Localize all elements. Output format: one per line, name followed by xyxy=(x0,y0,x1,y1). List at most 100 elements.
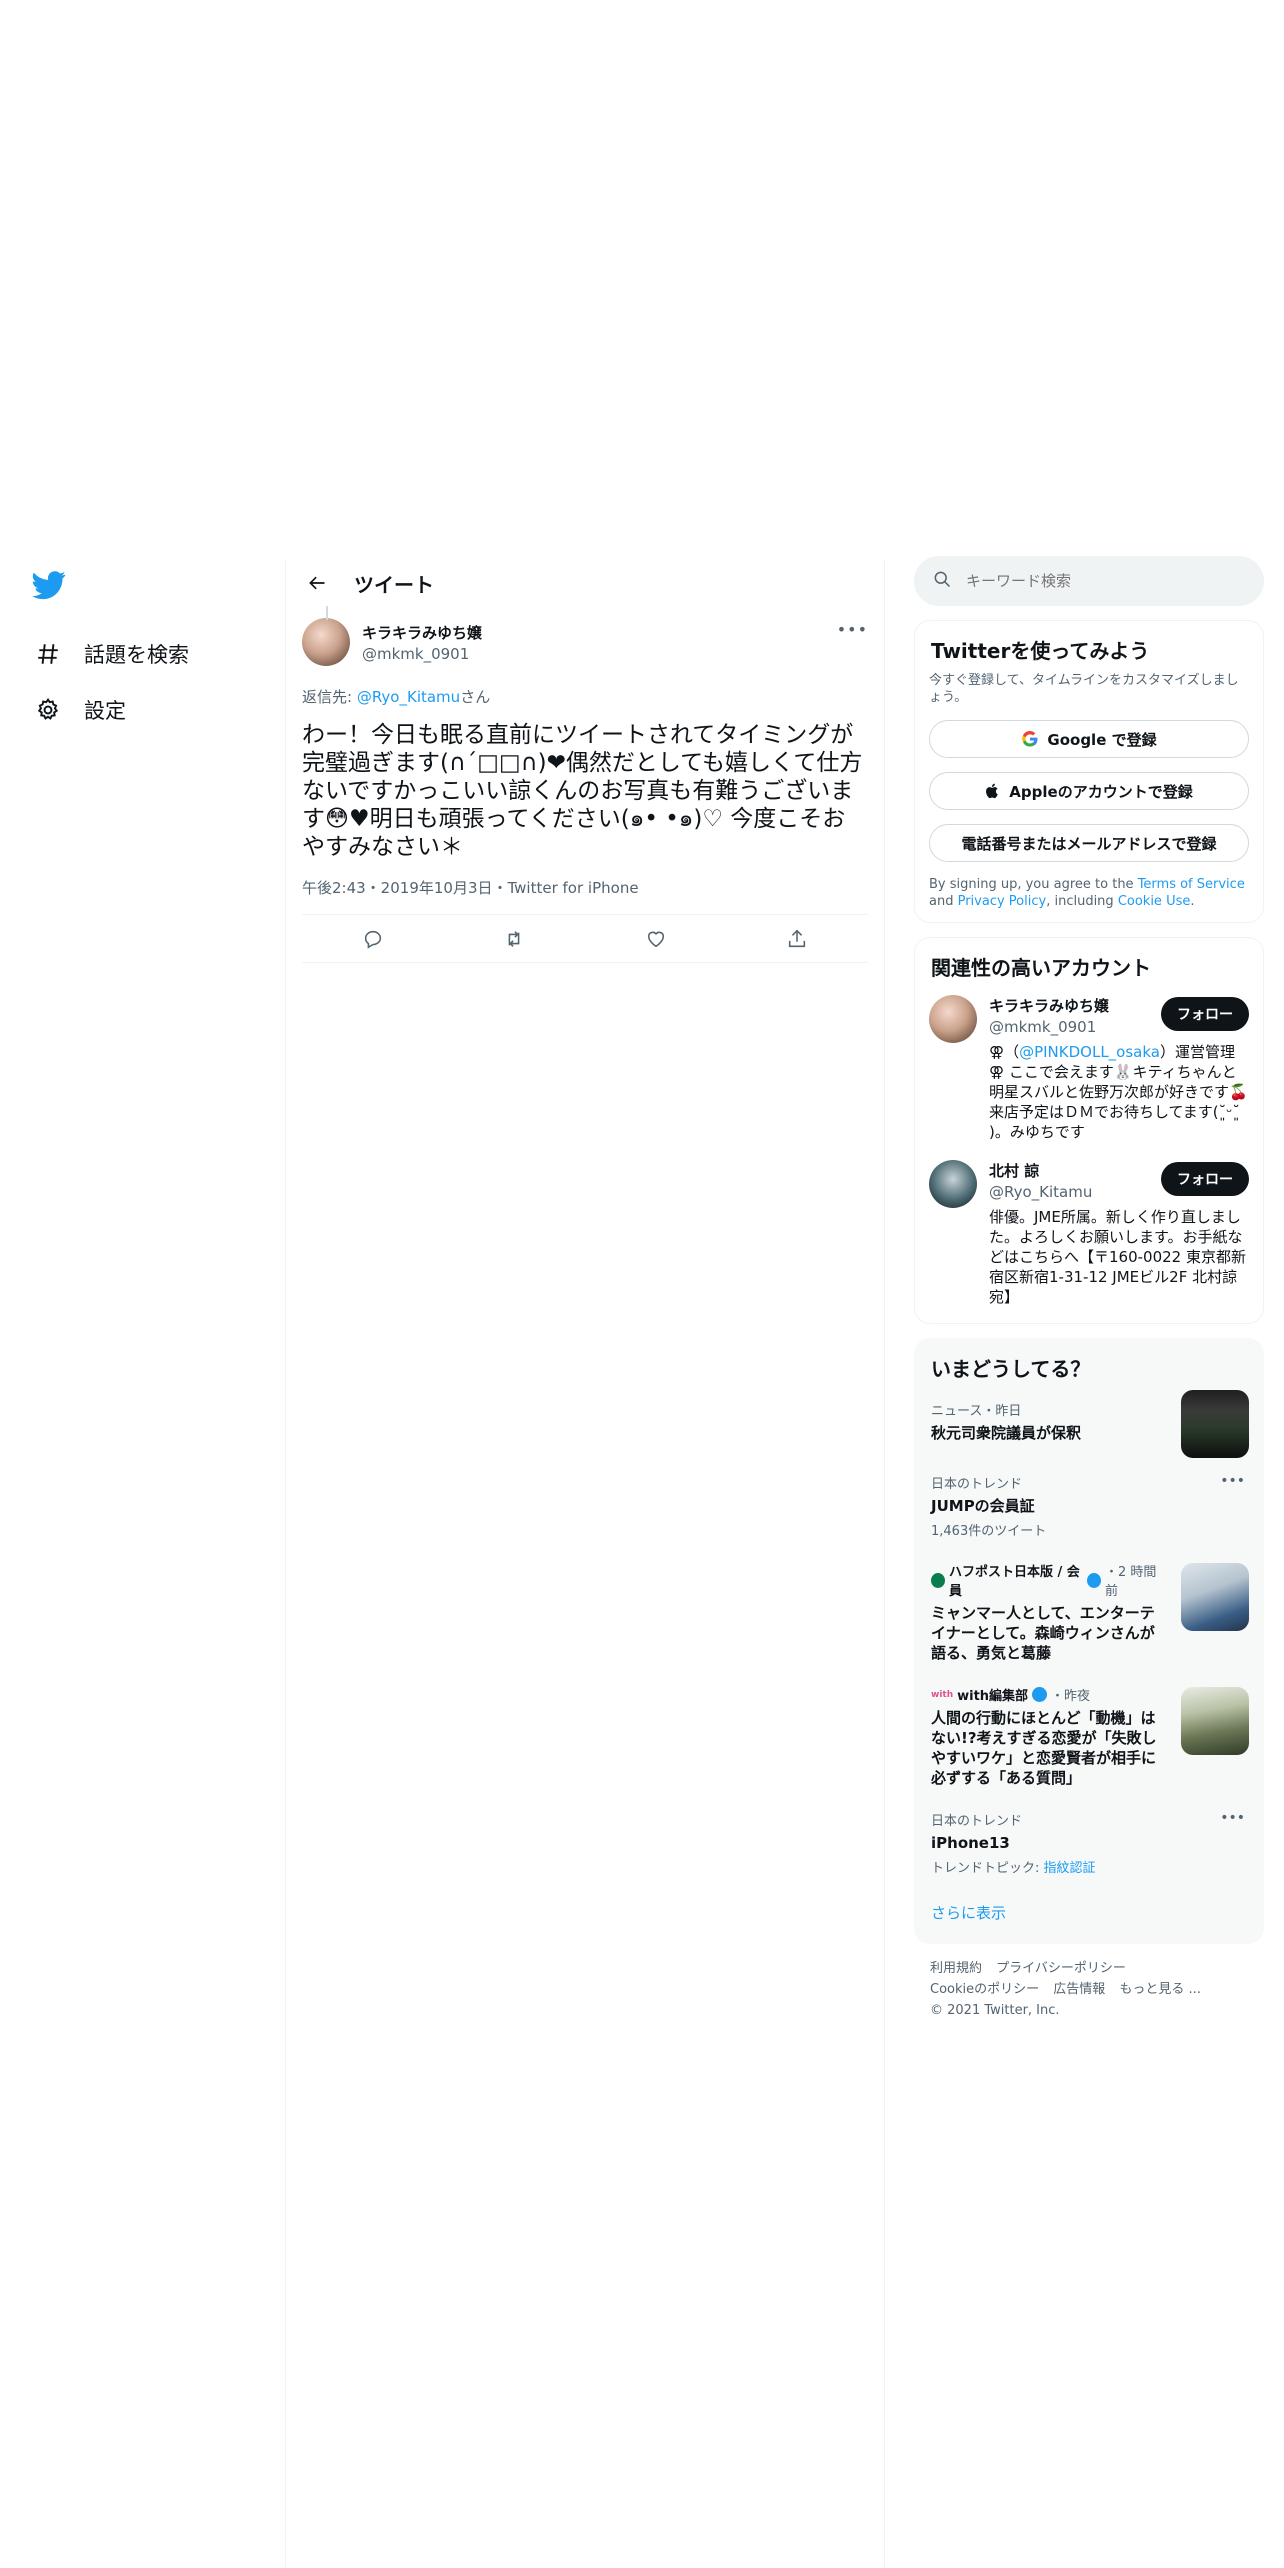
account-item[interactable]: 北村 諒 @Ryo_Kitamu 俳優。JME所属。新しく作り直しました。よろし… xyxy=(929,1160,1249,1307)
trend-context: ニュース・昨日 xyxy=(931,1404,1022,1419)
trend-title: JUMPの会員証 xyxy=(931,1497,1035,1515)
thread-line xyxy=(326,606,328,620)
footer-link-cookie[interactable]: Cookieのポリシー xyxy=(930,1982,1039,1997)
legal-text-2: and xyxy=(929,894,958,909)
bio-mention-link[interactable]: @PINKDOLL_osaka xyxy=(1019,1043,1160,1061)
account-item[interactable]: キラキラみゆち嬢 @mkmk_0901 ⚢（@PINKDOLL_osaka）運営… xyxy=(929,995,1249,1142)
column-divider-right xyxy=(884,560,885,2568)
more-options-icon[interactable]: ••• xyxy=(837,620,868,639)
search-icon xyxy=(932,569,952,593)
hashtag-icon xyxy=(34,640,62,668)
reply-icon[interactable] xyxy=(356,922,390,956)
reply-prefix: 返信先: xyxy=(302,688,357,706)
trend-title: 人間の行動にほとんど「動機」はない!?考えすぎる恋愛が「失敗しやすいワケ」と恋愛… xyxy=(931,1709,1157,1787)
account-bio: ⚢（@PINKDOLL_osaka）運営管理 ⚢ ここで会えます🐰キティちゃんと… xyxy=(989,1042,1249,1142)
avatar[interactable] xyxy=(929,995,977,1043)
nav-item-settings[interactable]: 設定 xyxy=(20,682,270,738)
trend-context: 日本のトレンド xyxy=(931,1814,1023,1829)
trend-item[interactable]: ニュース・昨日 秋元司衆院議員が保釈 xyxy=(929,1390,1249,1458)
publisher-logo-icon xyxy=(931,1572,945,1588)
legal-text-1: By signing up, you agree to the xyxy=(929,877,1138,892)
reply-suffix: さん xyxy=(460,688,491,706)
terms-link[interactable]: Terms of Service xyxy=(1138,877,1245,892)
reply-to: 返信先: @Ryo_Kitamuさん xyxy=(302,686,868,707)
trend-item[interactable]: 日本のトレンド JUMPの会員証 1,463件のツイート ••• xyxy=(929,1463,1249,1551)
tweet: キラキラみゆち嬢 @mkmk_0901 ••• 返信先: @Ryo_Kitamu… xyxy=(286,606,884,963)
signup-legal: By signing up, you agree to the Terms of… xyxy=(929,876,1249,910)
apple-signup-button[interactable]: Appleのアカウントで登録 xyxy=(929,772,1249,810)
bio-text-pre: ⚢（ xyxy=(989,1043,1020,1061)
trend-publisher-row: with with編集部 ・昨夜 xyxy=(931,1685,1165,1704)
search-input[interactable] xyxy=(966,572,1226,590)
tweet-actions xyxy=(302,915,868,963)
publisher-name: with編集部 xyxy=(957,1689,1029,1704)
trend-topic-link[interactable]: 指紋認証 xyxy=(1044,1861,1096,1876)
follow-button[interactable]: フォロー xyxy=(1161,1162,1249,1196)
footer-copyright: © 2021 Twitter, Inc. xyxy=(930,2003,1060,2018)
publisher-logo-icon: with xyxy=(931,1689,954,1700)
verified-badge-icon xyxy=(1087,1572,1101,1588)
trend-topic-prefix: トレンドトピック: xyxy=(931,1861,1044,1876)
legal-text-3: , including xyxy=(1046,894,1118,909)
main-header: ツイート xyxy=(286,560,884,606)
more-options-icon[interactable]: ••• xyxy=(1220,1473,1245,1489)
legal-text-4: . xyxy=(1190,894,1195,909)
like-icon[interactable] xyxy=(639,922,673,956)
back-arrow-icon[interactable] xyxy=(300,566,334,600)
publish-time: ・昨夜 xyxy=(1051,1689,1091,1704)
google-signup-button[interactable]: Google で登録 xyxy=(929,720,1249,758)
trend-item[interactable]: with with編集部 ・昨夜 人間の行動にほとんど「動機」はない!?考えすぎ… xyxy=(929,1675,1249,1800)
trend-thumbnail xyxy=(1181,1687,1249,1755)
google-icon xyxy=(1021,730,1039,748)
avatar[interactable] xyxy=(302,618,350,666)
show-more-link[interactable]: さらに表示 xyxy=(929,1888,1249,1931)
author-username[interactable]: @mkmk_0901 xyxy=(362,645,482,663)
signup-card: Twitterを使ってみよう 今すぐ登録して、タイムラインをカスタマイズしましょ… xyxy=(914,620,1264,923)
trend-title: ミャンマー人として、エンターテイナーとして。森崎ウィンさんが語る、勇気と葛藤 xyxy=(931,1604,1155,1662)
trend-item[interactable]: ハフポスト日本版 / 会員 ・2 時間前 ミャンマー人として、エンターテイナーと… xyxy=(929,1551,1249,1675)
follow-button[interactable]: フォロー xyxy=(1161,997,1249,1031)
trend-thumbnail xyxy=(1181,1390,1249,1458)
footer-link-more[interactable]: もっと見る ... xyxy=(1119,1982,1201,1997)
related-accounts-card: 関連性の高いアカウント キラキラみゆち嬢 @mkmk_0901 ⚢（@PINKD… xyxy=(914,937,1264,1324)
footer-link-privacy[interactable]: プライバシーポリシー xyxy=(996,1961,1126,1976)
avatar[interactable] xyxy=(929,1160,977,1208)
cookie-link[interactable]: Cookie Use xyxy=(1118,894,1191,909)
right-sidebar: Twitterを使ってみよう 今すぐ登録して、タイムラインをカスタマイズしましょ… xyxy=(914,556,1264,2035)
phone-email-signup-button[interactable]: 電話番号またはメールアドレスで登録 xyxy=(929,824,1249,862)
search-bar[interactable] xyxy=(914,556,1264,606)
trend-context: 日本のトレンド xyxy=(931,1477,1023,1492)
footer-link-terms[interactable]: 利用規約 xyxy=(930,1961,982,1976)
gear-icon xyxy=(34,696,62,724)
tweet-author: キラキラみゆち嬢 @mkmk_0901 xyxy=(302,618,868,666)
tweet-meta: 午後2:43・2019年10月3日・Twitter for iPhone xyxy=(302,877,868,915)
apple-icon xyxy=(985,782,1001,800)
twitter-logo-icon[interactable] xyxy=(32,568,66,602)
account-bio: 俳優。JME所属。新しく作り直しました。よろしくお願いします。お手紙などはこちら… xyxy=(989,1208,1246,1306)
nav-label-settings: 設定 xyxy=(84,699,126,723)
nav-item-explore[interactable]: 話題を検索 xyxy=(20,626,270,682)
trend-title: iPhone13 xyxy=(931,1834,1010,1852)
trend-title: 秋元司衆院議員が保釈 xyxy=(931,1424,1082,1442)
trend-tweet-count: 1,463件のツイート xyxy=(931,1524,1047,1539)
signup-title: Twitterを使ってみよう xyxy=(931,639,1150,663)
reply-user-link[interactable]: @Ryo_Kitamu xyxy=(357,688,460,706)
trends-title: いまどうしてる？ xyxy=(931,1357,1091,1381)
publish-time: ・2 時間前 xyxy=(1104,1565,1157,1599)
main-column: ツイート キラキラみゆち嬢 @mkmk_0901 ••• 返信先: @Ryo_K… xyxy=(286,560,884,963)
author-display-name[interactable]: キラキラみゆち嬢 xyxy=(362,622,482,643)
footer-link-ads[interactable]: 広告情報 xyxy=(1053,1982,1105,1997)
phone-email-signup-label: 電話番号またはメールアドレスで登録 xyxy=(961,834,1217,853)
trend-publisher-row: ハフポスト日本版 / 会員 ・2 時間前 xyxy=(931,1561,1165,1599)
more-options-icon[interactable]: ••• xyxy=(1220,1810,1245,1826)
trend-thumbnail xyxy=(1181,1563,1249,1631)
page-title: ツイート xyxy=(354,572,434,597)
privacy-link[interactable]: Privacy Policy xyxy=(958,894,1047,909)
apple-signup-label: Appleのアカウントで登録 xyxy=(1009,782,1193,801)
retweet-icon[interactable] xyxy=(497,922,531,956)
publisher-name: ハフポスト日本版 / 会員 xyxy=(948,1565,1080,1599)
trend-item[interactable]: 日本のトレンド iPhone13 トレンドトピック: 指紋認証 ••• xyxy=(929,1800,1249,1888)
share-icon[interactable] xyxy=(780,922,814,956)
left-nav: 話題を検索 設定 xyxy=(20,560,270,738)
trends-card: いまどうしてる？ ニュース・昨日 秋元司衆院議員が保釈 日本のトレンド JUMP… xyxy=(914,1338,1264,1944)
